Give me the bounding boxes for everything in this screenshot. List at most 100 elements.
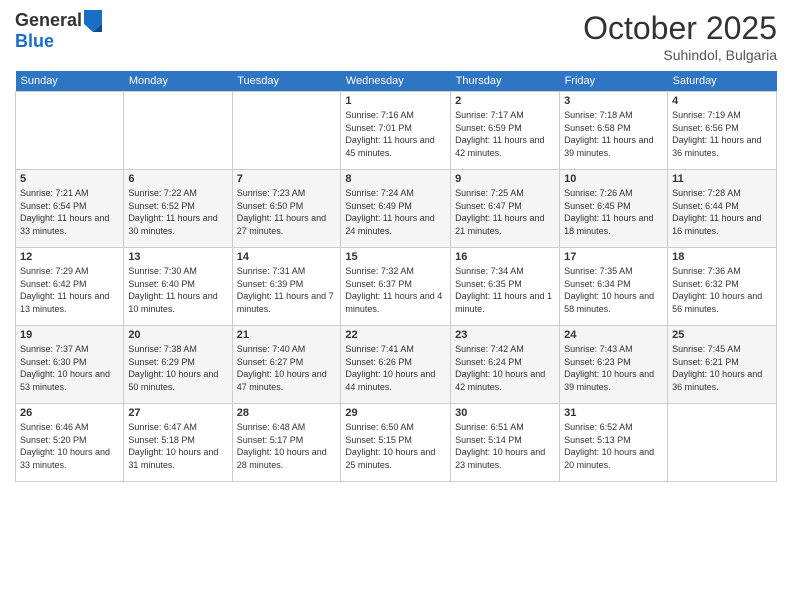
day-number: 4 [672,95,772,107]
day-info: Sunrise: 7:25 AMSunset: 6:47 PMDaylight:… [455,187,555,237]
calendar-cell: 19 Sunrise: 7:37 AMSunset: 6:30 PMDayligh… [16,326,124,404]
day-info: Sunrise: 6:48 AMSunset: 5:17 PMDaylight:… [237,421,337,471]
calendar-cell: 8Sunrise: 7:24 AMSunset: 6:49 PMDaylight… [341,170,451,248]
day-number: 23 [455,329,555,341]
header: General Blue October 2025 Suhindol, Bulg… [15,10,777,63]
calendar-cell: 17 Sunrise: 7:35 AMSunset: 6:34 PMDayligh… [560,248,668,326]
day-info: Sunrise: 7:42 AMSunset: 6:24 PMDaylight:… [455,343,555,393]
calendar-week-row: 12 Sunrise: 7:29 AMSunset: 6:42 PMDayligh… [16,248,777,326]
calendar-cell: 9 Sunrise: 7:25 AMSunset: 6:47 PMDaylight… [451,170,560,248]
day-info: Sunrise: 6:51 AMSunset: 5:14 PMDaylight:… [455,421,555,471]
calendar-cell: 5Sunrise: 7:21 AMSunset: 6:54 PMDaylight… [16,170,124,248]
month-title: October 2025 [583,10,777,47]
day-info: Sunrise: 7:38 AMSunset: 6:29 PMDaylight:… [128,343,227,393]
calendar-week-row: 19 Sunrise: 7:37 AMSunset: 6:30 PMDayligh… [16,326,777,404]
logo-blue-text: Blue [15,31,54,51]
day-info: Sunrise: 7:23 AMSunset: 6:50 PMDaylight:… [237,187,337,237]
day-number: 17 [564,251,663,263]
day-info: Sunrise: 7:40 AMSunset: 6:27 PMDaylight:… [237,343,337,393]
day-number: 10 [564,173,663,185]
calendar-cell: 12 Sunrise: 7:29 AMSunset: 6:42 PMDayligh… [16,248,124,326]
calendar-header-saturday: Saturday [668,71,777,92]
day-number: 20 [128,329,227,341]
calendar-cell: 24 Sunrise: 7:43 AMSunset: 6:23 PMDayligh… [560,326,668,404]
calendar-cell: 25 Sunrise: 7:45 AMSunset: 6:21 PMDayligh… [668,326,777,404]
day-info: Sunrise: 7:29 AMSunset: 6:42 PMDaylight:… [20,265,119,315]
calendar-week-row: 5Sunrise: 7:21 AMSunset: 6:54 PMDaylight… [16,170,777,248]
calendar-week-row: 26Sunrise: 6:46 AMSunset: 5:20 PMDayligh… [16,404,777,482]
day-info: Sunrise: 7:31 AMSunset: 6:39 PMDaylight:… [237,265,337,315]
day-info: Sunrise: 7:45 AMSunset: 6:21 PMDaylight:… [672,343,772,393]
calendar-cell [232,92,341,170]
calendar-cell: 31Sunrise: 6:52 AMSunset: 5:13 PMDayligh… [560,404,668,482]
day-info: Sunrise: 7:36 AMSunset: 6:32 PMDaylight:… [672,265,772,315]
calendar-header-thursday: Thursday [451,71,560,92]
day-info: Sunrise: 7:28 AMSunset: 6:44 PMDaylight:… [672,187,772,237]
day-number: 28 [237,407,337,419]
calendar-cell: 27Sunrise: 6:47 AMSunset: 5:18 PMDayligh… [124,404,232,482]
logo-general-text: General [15,11,82,31]
day-number: 11 [672,173,772,185]
day-info: Sunrise: 7:17 AMSunset: 6:59 PMDaylight:… [455,109,555,159]
day-info: Sunrise: 7:16 AMSunset: 7:01 PMDaylight:… [345,109,446,159]
calendar-cell: 6 Sunrise: 7:22 AMSunset: 6:52 PMDaylight… [124,170,232,248]
logo-icon [84,10,102,32]
calendar-cell: 26Sunrise: 6:46 AMSunset: 5:20 PMDayligh… [16,404,124,482]
calendar-cell: 20 Sunrise: 7:38 AMSunset: 6:29 PMDayligh… [124,326,232,404]
calendar-cell: 3 Sunrise: 7:18 AMSunset: 6:58 PMDaylight… [560,92,668,170]
calendar-header-tuesday: Tuesday [232,71,341,92]
day-number: 19 [20,329,119,341]
day-number: 12 [20,251,119,263]
calendar-cell: 13 Sunrise: 7:30 AMSunset: 6:40 PMDayligh… [124,248,232,326]
calendar-cell: 4 Sunrise: 7:19 AMSunset: 6:56 PMDaylight… [668,92,777,170]
day-info: Sunrise: 7:18 AMSunset: 6:58 PMDaylight:… [564,109,663,159]
day-info: Sunrise: 7:19 AMSunset: 6:56 PMDaylight:… [672,109,772,159]
day-info: Sunrise: 7:37 AMSunset: 6:30 PMDaylight:… [20,343,119,393]
calendar-cell: 10 Sunrise: 7:26 AMSunset: 6:45 PMDayligh… [560,170,668,248]
day-info: Sunrise: 7:24 AMSunset: 6:49 PMDaylight:… [345,187,446,237]
day-info: Sunrise: 7:30 AMSunset: 6:40 PMDaylight:… [128,265,227,315]
calendar-cell: 30 Sunrise: 6:51 AMSunset: 5:14 PMDayligh… [451,404,560,482]
day-number: 31 [564,407,663,419]
calendar-cell: 21 Sunrise: 7:40 AMSunset: 6:27 PMDayligh… [232,326,341,404]
calendar-cell: 11 Sunrise: 7:28 AMSunset: 6:44 PMDayligh… [668,170,777,248]
day-info: Sunrise: 7:22 AMSunset: 6:52 PMDaylight:… [128,187,227,237]
page: General Blue October 2025 Suhindol, Bulg… [0,0,792,612]
day-number: 21 [237,329,337,341]
calendar-header-monday: Monday [124,71,232,92]
calendar-cell: 15Sunrise: 7:32 AMSunset: 6:37 PMDayligh… [341,248,451,326]
calendar-cell: 1Sunrise: 7:16 AMSunset: 7:01 PMDaylight… [341,92,451,170]
day-info: Sunrise: 6:50 AMSunset: 5:15 PMDaylight:… [345,421,446,471]
day-number: 24 [564,329,663,341]
day-number: 26 [20,407,119,419]
day-number: 18 [672,251,772,263]
day-number: 16 [455,251,555,263]
day-number: 5 [20,173,119,185]
day-info: Sunrise: 7:35 AMSunset: 6:34 PMDaylight:… [564,265,663,315]
day-number: 7 [237,173,337,185]
location: Suhindol, Bulgaria [583,47,777,63]
calendar: SundayMondayTuesdayWednesdayThursdayFrid… [15,71,777,482]
calendar-header-friday: Friday [560,71,668,92]
day-number: 30 [455,407,555,419]
calendar-cell [668,404,777,482]
calendar-cell: 2 Sunrise: 7:17 AMSunset: 6:59 PMDaylight… [451,92,560,170]
title-block: October 2025 Suhindol, Bulgaria [583,10,777,63]
day-info: Sunrise: 7:43 AMSunset: 6:23 PMDaylight:… [564,343,663,393]
day-number: 6 [128,173,227,185]
day-info: Sunrise: 7:41 AMSunset: 6:26 PMDaylight:… [345,343,446,393]
calendar-header-wednesday: Wednesday [341,71,451,92]
day-number: 13 [128,251,227,263]
day-info: Sunrise: 7:26 AMSunset: 6:45 PMDaylight:… [564,187,663,237]
day-info: Sunrise: 7:32 AMSunset: 6:37 PMDaylight:… [345,265,446,315]
day-number: 3 [564,95,663,107]
calendar-cell: 14Sunrise: 7:31 AMSunset: 6:39 PMDayligh… [232,248,341,326]
calendar-week-row: 1Sunrise: 7:16 AMSunset: 7:01 PMDaylight… [16,92,777,170]
calendar-cell: 28 Sunrise: 6:48 AMSunset: 5:17 PMDayligh… [232,404,341,482]
day-number: 9 [455,173,555,185]
day-info: Sunrise: 7:34 AMSunset: 6:35 PMDaylight:… [455,265,555,315]
calendar-cell: 18 Sunrise: 7:36 AMSunset: 6:32 PMDayligh… [668,248,777,326]
day-number: 2 [455,95,555,107]
day-number: 25 [672,329,772,341]
calendar-cell [16,92,124,170]
